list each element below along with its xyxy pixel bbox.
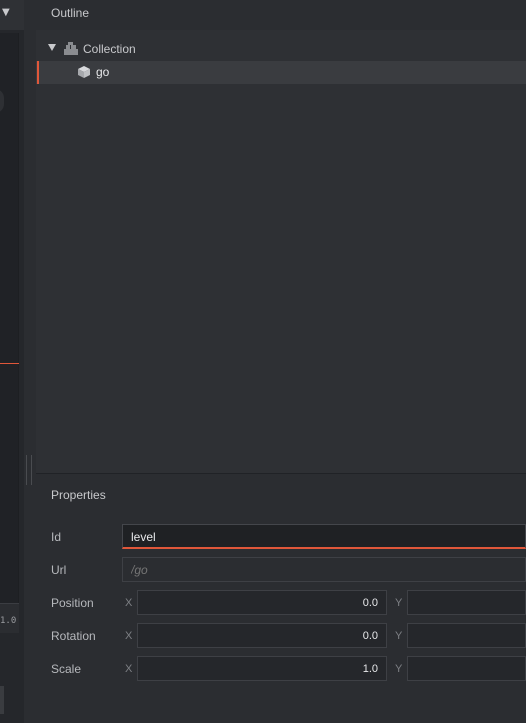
scale-x-value: 1.0 <box>362 663 378 675</box>
position-x-field[interactable]: 0.0 <box>137 590 387 615</box>
scene-editor-pane: ▼ 1.0 <box>0 0 24 723</box>
scale-label: Scale <box>51 662 82 676</box>
id-field[interactable] <box>122 524 526 549</box>
tree-item-go[interactable]: go <box>36 61 526 84</box>
url-input[interactable] <box>131 563 511 577</box>
outline-tree[interactable] <box>36 30 526 473</box>
rotation-x-axis-label: X <box>125 630 133 642</box>
outline-header: Outline <box>36 0 526 30</box>
rotation-y-axis-label: Y <box>395 630 403 642</box>
collection-icon <box>64 42 78 55</box>
scale-y-axis-label: Y <box>395 663 403 675</box>
rotation-label: Rotation <box>51 629 96 643</box>
scene-viewport[interactable] <box>0 33 19 603</box>
tree-item-collection[interactable]: Collection <box>36 38 526 61</box>
position-y-field[interactable] <box>407 590 526 615</box>
selection-indicator <box>37 61 39 84</box>
timeline-label: 1.0 <box>0 616 17 626</box>
id-label: Id <box>51 530 62 544</box>
position-x-axis-label: X <box>125 597 133 609</box>
right-panel: Outline Collection go Properties Id leve… <box>36 0 526 723</box>
position-x-value: 0.0 <box>362 597 378 609</box>
tree-item-label: go <box>96 65 110 79</box>
rotation-x-value: 0.0 <box>362 630 378 642</box>
bottom-toolbar-button[interactable] <box>0 686 4 714</box>
x-axis-line <box>0 363 19 364</box>
id-input[interactable] <box>131 530 511 544</box>
game-object-icon <box>78 66 90 78</box>
chevron-down-icon[interactable]: ▼ <box>2 8 10 18</box>
scale-y-field[interactable] <box>407 656 526 681</box>
splitter-grip-icon[interactable] <box>26 455 32 485</box>
expand-caret-icon[interactable] <box>48 44 56 51</box>
properties-panel: Properties Id Url Position X 0.0 Y Rotat… <box>36 474 526 723</box>
scale-x-field[interactable]: 1.0 <box>137 656 387 681</box>
viewport-control[interactable] <box>0 89 4 113</box>
url-label: Url <box>51 563 67 577</box>
url-field[interactable] <box>122 557 526 582</box>
tree-item-label: Collection <box>83 42 136 56</box>
pane-splitter[interactable] <box>24 0 36 723</box>
outline-title: Outline <box>51 6 90 20</box>
editor-tab-bar: ▼ <box>0 0 24 30</box>
scale-x-axis-label: X <box>125 663 133 675</box>
properties-title: Properties <box>51 488 106 502</box>
rotation-y-field[interactable] <box>407 623 526 648</box>
position-label: Position <box>51 596 94 610</box>
rotation-x-field[interactable]: 0.0 <box>137 623 387 648</box>
position-y-axis-label: Y <box>395 597 403 609</box>
editor-window: ▼ 1.0 Outline Collection go Properties I… <box>0 0 526 723</box>
